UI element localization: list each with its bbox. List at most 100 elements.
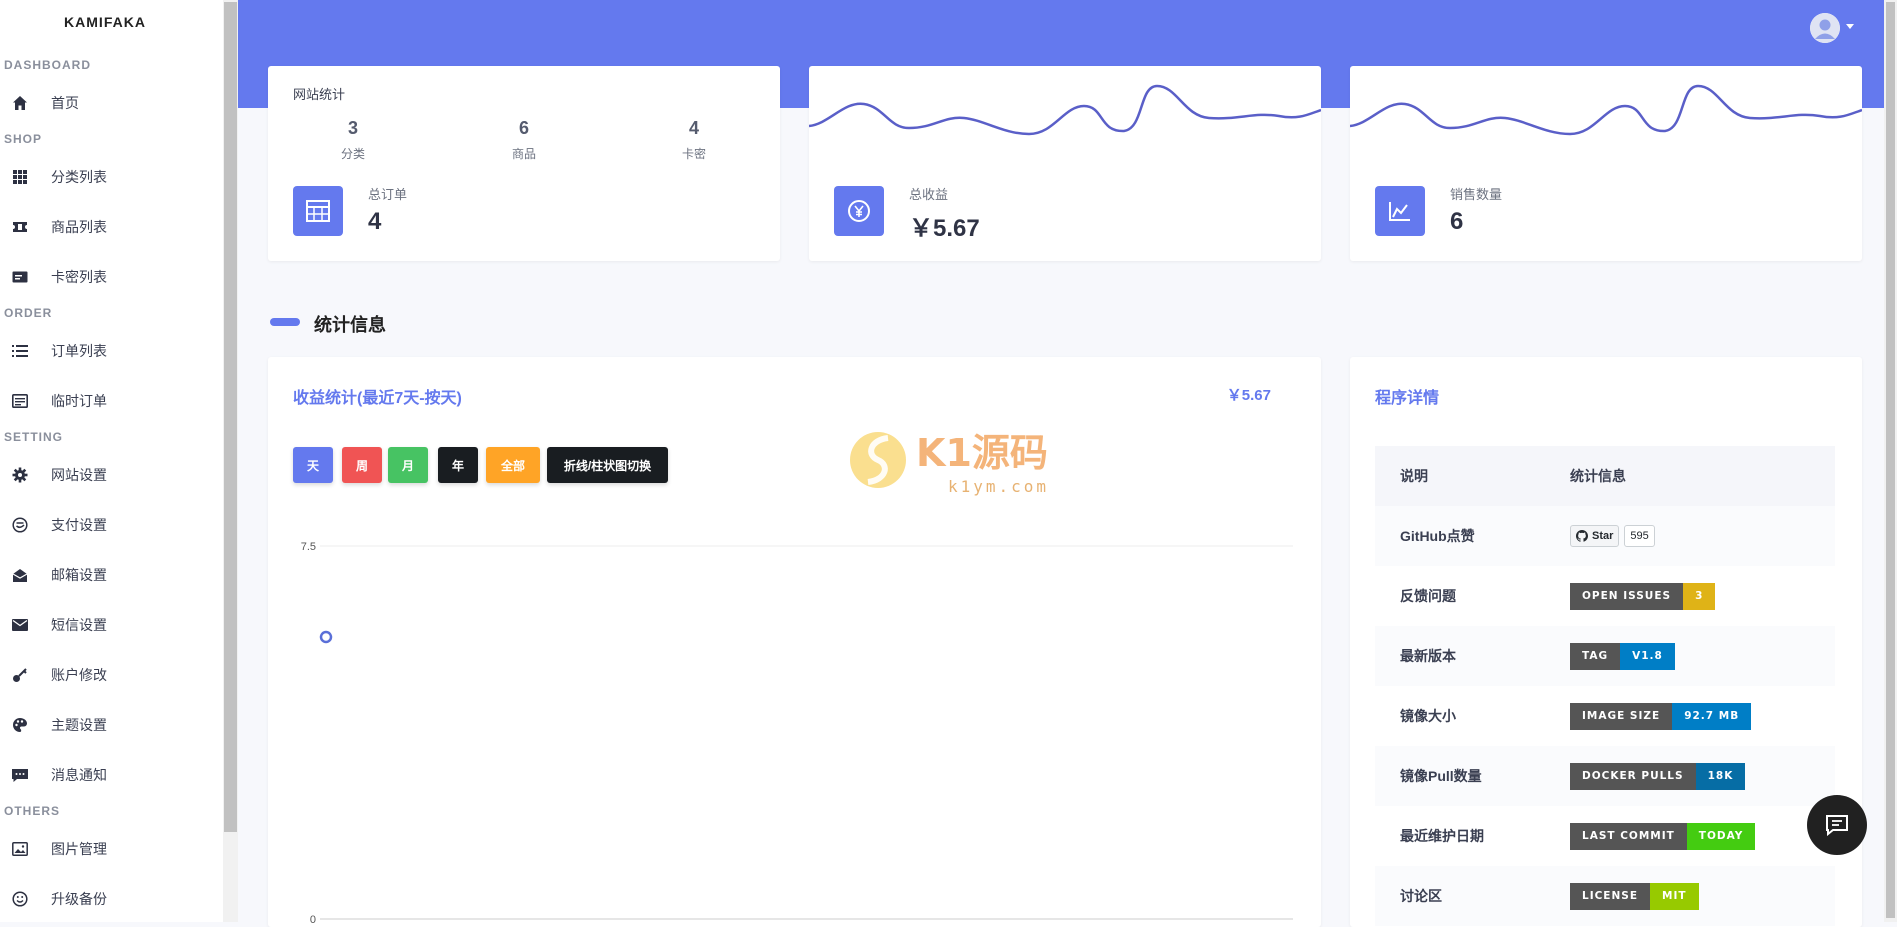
receipt-icon [10,391,30,411]
filter-week-button[interactable]: 周 [342,447,382,483]
grid-icon [10,167,30,187]
badge-left: LAST COMMIT [1570,822,1687,850]
row-label: 镜像大小 [1400,708,1456,724]
sidebar-item-label: 临时订单 [51,393,107,409]
version-badge[interactable]: TAG V1.8 [1570,642,1675,670]
section-setting: SETTING [4,430,64,444]
header-stats: 统计信息 [1570,468,1626,484]
sidebar-item-images[interactable]: 图片管理 [0,829,223,869]
table-row: 反馈问题 OPEN ISSUES 3 [1375,566,1835,626]
sidebar-item-orders[interactable]: 订单列表 [0,331,223,371]
site-stats-card: 网站统计 3 分类 6 商品 4 卡密 总订单 4 [268,66,780,261]
sidebar-scrollbar-thumb[interactable] [224,2,237,832]
stat-number: 6 [518,118,529,138]
sales-count-label: 销售数量 [1450,187,1503,202]
filter-month-button[interactable]: 月 [388,447,428,483]
license-badge[interactable]: LICENSE MIT [1570,882,1699,910]
sidebar-item-upgrade-backup[interactable]: 升级备份 [0,879,223,919]
table-row: 最新版本 TAG V1.8 [1375,626,1835,686]
sidebar-item-label: 网站设置 [51,467,107,483]
site-stats-title: 网站统计 [293,87,346,102]
badge-right: V1.8 [1620,642,1675,670]
chat-icon [1826,815,1848,836]
section-order: ORDER [4,306,53,320]
last-commit-badge[interactable]: LAST COMMIT TODAY [1570,822,1756,850]
chart-type-toggle-button[interactable]: 折线/柱状图切换 [547,447,668,483]
docker-pulls-badge[interactable]: DOCKER PULLS 18K [1570,762,1746,790]
chevron-down-icon[interactable] [1846,24,1854,29]
stat-label: 卡密 [681,147,706,161]
section-dashboard: DASHBOARD [4,58,91,72]
stat-cards: 4 卡密 [644,118,744,162]
sidebar-item-label: 商品列表 [51,219,107,235]
badge-right: 92.7 MB [1672,702,1752,730]
badge-left: LICENSE [1570,882,1650,910]
table-icon [293,186,343,236]
page-scrollbar-thumb[interactable] [1886,2,1895,918]
sidebar-item-home[interactable]: 首页 [0,83,223,123]
yen-icon [834,186,884,236]
badge-right: 3 [1683,582,1716,610]
program-details-table: 说明 统计信息 GitHub点赞 Star 595 反馈问题 OPEN ISSU… [1375,446,1835,926]
sidebar: KAMIFAKA DASHBOARD 首页 SHOP 分类列表 商品列表 卡密列… [0,0,224,922]
sidebar-item-site-settings[interactable]: 网站设置 [0,455,223,495]
smile-icon [10,889,30,909]
program-details-card: 程序详情 说明 统计信息 GitHub点赞 Star 595 反馈问题 OPEN… [1350,357,1862,927]
sidebar-item-label: 账户修改 [51,667,107,683]
message-icon [10,765,30,785]
section-shop: SHOP [4,132,43,146]
issues-badge[interactable]: OPEN ISSUES 3 [1570,582,1716,610]
y-tick-bottom: 0 [310,914,316,926]
chart-point[interactable] [319,630,333,644]
sidebar-item-email-settings[interactable]: 邮箱设置 [0,555,223,595]
sidebar-item-products[interactable]: 商品列表 [0,207,223,247]
image-icon [10,839,30,859]
github-star-label: Star [1592,530,1614,542]
filter-year-button[interactable]: 年 [438,447,478,483]
sidebar-item-sms-settings[interactable]: 短信设置 [0,605,223,645]
sidebar-item-account[interactable]: 账户修改 [0,655,223,695]
brand-logo: KAMIFAKA [64,14,146,30]
sidebar-item-cards[interactable]: 卡密列表 [0,257,223,297]
sidebar-item-notifications[interactable]: 消息通知 [0,755,223,795]
ticket-icon [10,217,30,237]
chart-total: ￥5.67 [1226,387,1271,404]
table-row: GitHub点赞 Star 595 [1375,506,1835,566]
chat-button[interactable] [1807,795,1867,855]
key-icon [10,665,30,685]
section-accent-bar [270,318,300,326]
github-star-widget: Star 595 [1570,525,1655,547]
watermark: K1源码 k1ym.com [848,420,1078,500]
sidebar-item-payment-settings[interactable]: 支付设置 [0,505,223,545]
sidebar-item-label: 订单列表 [51,343,107,359]
total-revenue-label: 总收益 [909,187,949,202]
github-star-button[interactable]: Star [1570,525,1620,547]
stat-products: 6 商品 [474,118,574,162]
sidebar-item-label: 主题设置 [51,717,107,733]
sidebar-item-temp-orders[interactable]: 临时订单 [0,381,223,421]
row-label: 反馈问题 [1400,588,1456,604]
table-row: 讨论区 LICENSE MIT [1375,866,1835,926]
card-icon [10,267,30,287]
user-avatar[interactable] [1810,13,1840,43]
stat-number: 4 [688,118,699,138]
filter-day-button[interactable]: 天 [293,447,333,483]
revenue-chart-card: 收益统计(最近7天-按天) ￥5.67 天 周 月 年 全部 折线/柱状图切换 … [268,357,1321,927]
row-label: 讨论区 [1400,888,1442,904]
row-label: GitHub点赞 [1400,528,1475,544]
table-row: 镜像Pull数量 DOCKER PULLS 18K [1375,746,1835,806]
image-size-badge[interactable]: IMAGE SIZE 92.7 MB [1570,702,1752,730]
section-others: OTHERS [4,804,61,818]
revenue-line-chart: 7.5 0 [301,541,1293,926]
payment-icon [10,515,30,535]
badge-right: MIT [1650,882,1699,910]
github-star-count[interactable]: 595 [1624,525,1655,547]
sidebar-item-label: 升级备份 [51,891,107,907]
y-tick-top: 7.5 [301,541,316,553]
table-row: 镜像大小 IMAGE SIZE 92.7 MB [1375,686,1835,746]
watermark-text: K1源码 [916,431,1048,475]
row-label: 最新版本 [1400,648,1456,664]
filter-all-button[interactable]: 全部 [486,447,540,483]
sidebar-item-categories[interactable]: 分类列表 [0,157,223,197]
sidebar-item-theme[interactable]: 主题设置 [0,705,223,745]
